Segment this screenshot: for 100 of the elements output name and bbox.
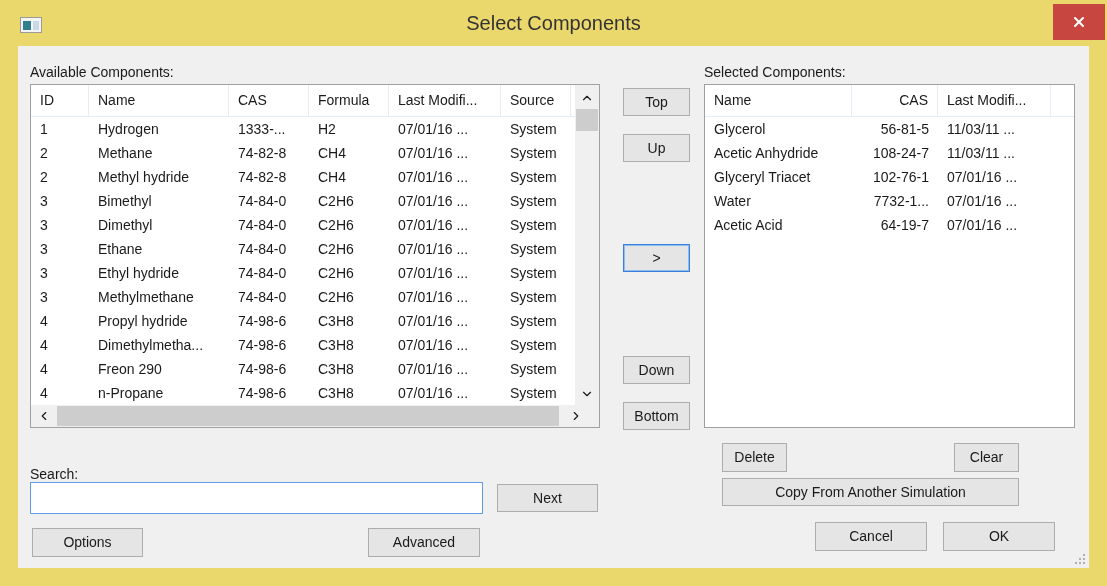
table-cell-text: C2H6 bbox=[317, 263, 355, 283]
table-cell-text: Acetic Anhydride bbox=[713, 143, 820, 163]
table-cell-text: 74-82-8 bbox=[237, 167, 288, 187]
table-cell-text: 07/01/16 ... bbox=[397, 383, 470, 403]
table-cell-text: C2H6 bbox=[317, 215, 355, 235]
column-header[interactable]: Last Modifi... bbox=[938, 85, 1051, 116]
advanced-button[interactable]: Advanced bbox=[368, 528, 480, 557]
available-components-label: Available Components: bbox=[30, 63, 175, 82]
table-cell-text: System bbox=[509, 335, 558, 355]
move-button[interactable]: Top bbox=[623, 88, 690, 116]
table-cell-text: Methyl hydride bbox=[97, 167, 191, 187]
table-cell-text: 1 bbox=[39, 119, 49, 139]
component-row[interactable]: 4 Freon 290 74-98-6 C3H8 07/01/16 ... System bbox=[31, 357, 575, 381]
component-row[interactable]: 2 Methyl hydride 74-82-8 CH4 07/01/16 ... System bbox=[31, 165, 575, 189]
vertical-scrollbar[interactable] bbox=[575, 85, 599, 405]
column-header[interactable]: ID bbox=[31, 85, 89, 116]
table-cell-text: 3 bbox=[39, 263, 49, 283]
table-cell-text: 07/01/16 ... bbox=[397, 263, 470, 283]
component-row[interactable]: 4 Propyl hydride 74-98-6 C3H8 07/01/16 ... System bbox=[31, 309, 575, 333]
column-header[interactable]: Source bbox=[501, 85, 571, 116]
table-cell-text: 07/01/16 ... bbox=[397, 143, 470, 163]
move-button[interactable]: > bbox=[623, 244, 690, 272]
table-cell-text: 3 bbox=[39, 287, 49, 307]
table-cell-text: Methylmethane bbox=[97, 287, 195, 307]
component-row[interactable]: 3 Ethyl hydride 74-84-0 C2H6 07/01/16 ... System bbox=[31, 261, 575, 285]
table-cell-text: 07/01/16 ... bbox=[946, 191, 1019, 211]
column-header[interactable]: CAS bbox=[852, 85, 938, 116]
table-cell-text: 07/01/16 ... bbox=[397, 239, 470, 259]
table-cell-text: Ethyl hydride bbox=[97, 263, 180, 283]
table-cell-text: 64-19-7 bbox=[879, 215, 930, 235]
table-cell-text: 11/03/11 ... bbox=[946, 119, 1016, 139]
component-row[interactable]: 3 Methylmethane 74-84-0 C2H6 07/01/16 ... System bbox=[31, 285, 575, 309]
table-cell-text: System bbox=[509, 215, 558, 235]
component-row[interactable]: 4 n-Propane 74-98-6 C3H8 07/01/16 ... System bbox=[31, 381, 575, 405]
table-cell-text: 11/03/11 ... bbox=[946, 143, 1016, 163]
table-cell-text: 7732-1... bbox=[872, 191, 930, 211]
component-row[interactable]: Glyceryl Triacet 102-76-1 07/01/16 ... bbox=[705, 165, 1074, 189]
component-row[interactable]: 3 Dimethyl 74-84-0 C2H6 07/01/16 ... System bbox=[31, 213, 575, 237]
table-cell-text: C2H6 bbox=[317, 287, 355, 307]
cancel-button[interactable]: Cancel bbox=[815, 522, 927, 551]
copy-simulation-button[interactable]: Copy From Another Simulation bbox=[722, 478, 1019, 506]
table-cell-text: System bbox=[509, 263, 558, 283]
horizontal-scrollbar[interactable] bbox=[31, 405, 599, 427]
table-cell-text: 108-24-7 bbox=[871, 143, 930, 163]
delete-button[interactable]: Delete bbox=[722, 443, 787, 472]
table-cell-text: C3H8 bbox=[317, 383, 355, 403]
table-cell-text: 07/01/16 ... bbox=[397, 287, 470, 307]
table-cell-text: System bbox=[509, 311, 558, 331]
table-cell-text: 4 bbox=[39, 383, 49, 403]
close-button[interactable] bbox=[1053, 4, 1105, 40]
column-header[interactable]: Name bbox=[89, 85, 229, 116]
table-cell-text: Water bbox=[713, 191, 752, 211]
table-cell-text: 74-84-0 bbox=[237, 263, 288, 283]
clear-button[interactable]: Clear bbox=[954, 443, 1019, 472]
options-button[interactable]: Options bbox=[32, 528, 143, 557]
component-row[interactable]: 1 Hydrogen 1333-... H2 07/01/16 ... System bbox=[31, 117, 575, 141]
component-row[interactable]: 3 Ethane 74-84-0 C2H6 07/01/16 ... System bbox=[31, 237, 575, 261]
column-header[interactable]: Formula bbox=[309, 85, 389, 116]
table-cell-text: n-Propane bbox=[97, 383, 165, 403]
table-cell-text: 74-84-0 bbox=[237, 191, 288, 211]
table-cell-text: 3 bbox=[39, 239, 49, 259]
move-button[interactable]: Bottom bbox=[623, 402, 690, 430]
table-cell-text: Freon 290 bbox=[97, 359, 163, 379]
table-cell-text: Glycerol bbox=[713, 119, 767, 139]
component-row[interactable]: 3 Bimethyl 74-84-0 C2H6 07/01/16 ... System bbox=[31, 189, 575, 213]
ok-button[interactable]: OK bbox=[943, 522, 1055, 551]
table-cell-text: 2 bbox=[39, 143, 49, 163]
table-cell-text: 07/01/16 ... bbox=[397, 215, 470, 235]
scroll-thumb[interactable] bbox=[57, 406, 559, 426]
column-header[interactable]: CAS bbox=[229, 85, 309, 116]
table-cell-text: 3 bbox=[39, 191, 49, 211]
component-row[interactable]: 2 Methane 74-82-8 CH4 07/01/16 ... System bbox=[31, 141, 575, 165]
column-header[interactable]: Last Modifi... bbox=[389, 85, 501, 116]
table-cell-text: Hydrogen bbox=[97, 119, 160, 139]
table-cell-text: C2H6 bbox=[317, 239, 355, 259]
table-cell-text: 1333-... bbox=[237, 119, 287, 139]
scroll-thumb[interactable] bbox=[576, 109, 598, 131]
table-cell-text: 4 bbox=[39, 311, 49, 331]
component-row[interactable]: Acetic Anhydride 108-24-7 11/03/11 ... bbox=[705, 141, 1074, 165]
table-cell-text: 07/01/16 ... bbox=[397, 119, 470, 139]
table-cell-text: 74-84-0 bbox=[237, 215, 288, 235]
move-button[interactable]: Up bbox=[623, 134, 690, 162]
component-row[interactable]: Water 7732-1... 07/01/16 ... bbox=[705, 189, 1074, 213]
column-header[interactable]: Name bbox=[705, 85, 852, 116]
table-cell-text: CH4 bbox=[317, 143, 347, 163]
table-cell-text: 07/01/16 ... bbox=[397, 311, 470, 331]
table-cell-text: 74-84-0 bbox=[237, 287, 288, 307]
table-cell-text: Dimethyl bbox=[97, 215, 154, 235]
search-field[interactable] bbox=[30, 482, 483, 514]
table-cell-text: C3H8 bbox=[317, 311, 355, 331]
table-cell-text: Propyl hydride bbox=[97, 311, 189, 331]
table-cell-text: System bbox=[509, 359, 558, 379]
selected-components-label: Selected Components: bbox=[704, 63, 847, 82]
component-row[interactable]: Acetic Acid 64-19-7 07/01/16 ... bbox=[705, 213, 1074, 237]
component-row[interactable]: 4 Dimethylmetha... 74-98-6 C3H8 07/01/16 ... System bbox=[31, 333, 575, 357]
table-cell-text: 07/01/16 ... bbox=[397, 191, 470, 211]
move-button[interactable]: Down bbox=[623, 356, 690, 384]
next-button[interactable]: Next bbox=[497, 484, 598, 512]
table-cell-text: Acetic Acid bbox=[713, 215, 784, 235]
component-row[interactable]: Glycerol 56-81-5 11/03/11 ... bbox=[705, 117, 1074, 141]
